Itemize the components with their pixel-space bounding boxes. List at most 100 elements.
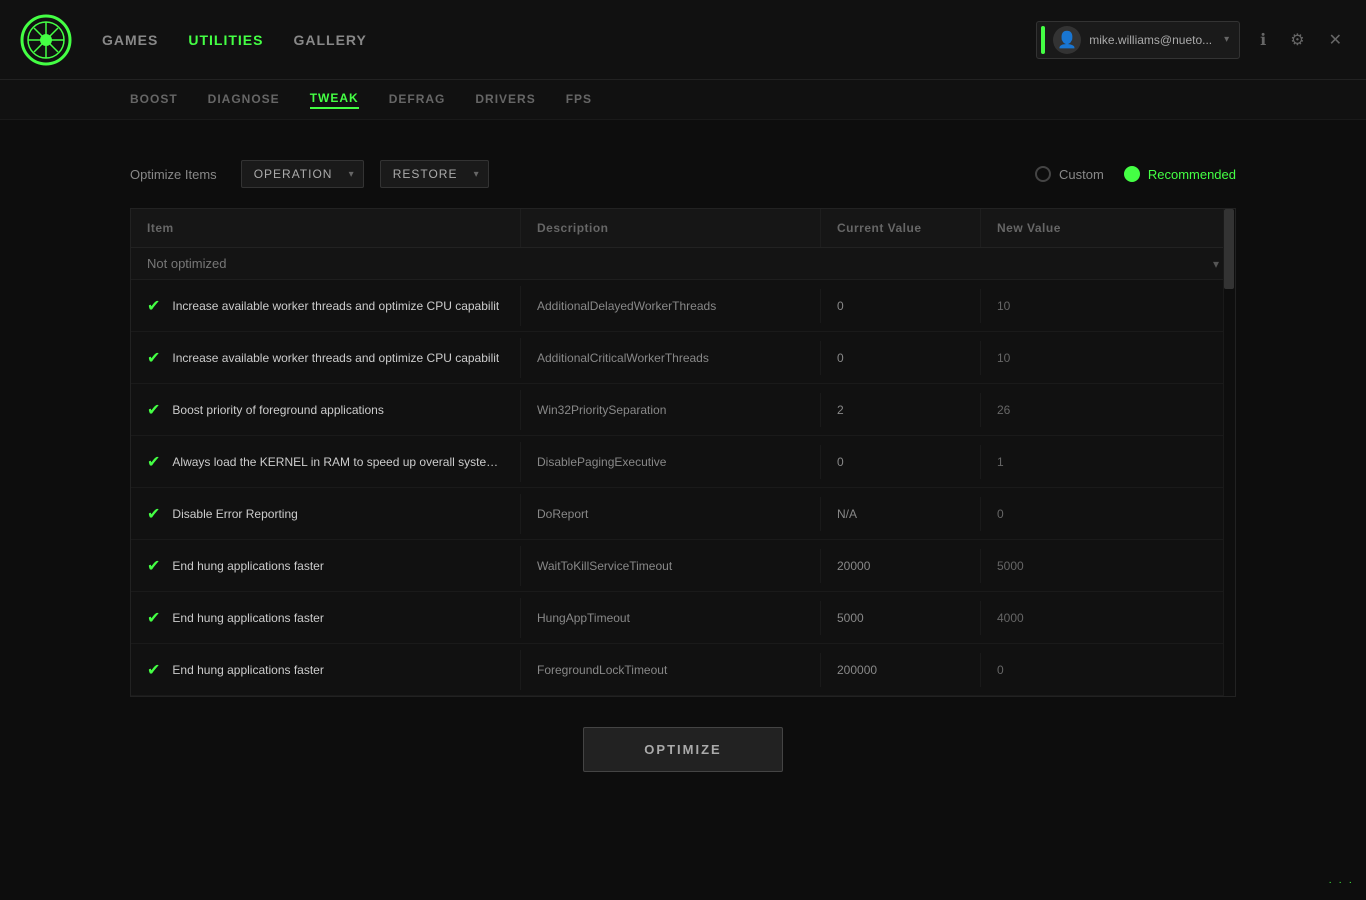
check-icon: ✔ (147, 452, 160, 472)
cell-new-value-5: 5000 (981, 549, 1161, 583)
operation-select[interactable]: OPERATION (241, 160, 364, 188)
check-icon: ✔ (147, 348, 160, 368)
cell-item-2: ✔ Boost priority of foreground applicati… (131, 390, 521, 430)
col-current-value: Current Value (821, 209, 981, 247)
optimize-bar: Optimize Items OPERATION ▾ RESTORE ▾ Cus… (130, 160, 1236, 188)
optimize-items-label: Optimize Items (130, 167, 217, 182)
table-row: ✔ End hung applications faster HungAppTi… (131, 592, 1235, 644)
cell-current-value-4: N/A (821, 497, 981, 531)
cell-description-3: DisablePagingExecutive (521, 445, 821, 479)
cell-current-value-7: 200000 (821, 653, 981, 687)
cell-description-7: ForegroundLockTimeout (521, 653, 821, 687)
cell-new-value-1: 10 (981, 341, 1161, 375)
subnav-defrag[interactable]: DEFRAG (389, 92, 446, 108)
content-area: Optimize Items OPERATION ▾ RESTORE ▾ Cus… (0, 120, 1366, 792)
check-icon: ✔ (147, 556, 160, 576)
subnav-tweak[interactable]: TWEAK (310, 91, 359, 109)
cell-current-value-0: 0 (821, 289, 981, 323)
topbar: GAMES UTILITIES GALLERY mike.williams@nu… (0, 0, 1366, 80)
cell-description-6: HungAppTimeout (521, 601, 821, 635)
cell-current-value-5: 20000 (821, 549, 981, 583)
cell-description-5: WaitToKillServiceTimeout (521, 549, 821, 583)
item-text: End hung applications faster (172, 663, 323, 677)
user-badge[interactable]: mike.williams@nueto... ▾ (1036, 21, 1240, 59)
corner-decoration: · · · (1328, 877, 1354, 888)
item-text: Disable Error Reporting (172, 507, 297, 521)
cell-new-value-4: 0 (981, 497, 1161, 531)
scrollbar-thumb[interactable] (1224, 209, 1234, 289)
app-logo (20, 14, 72, 66)
optimize-button[interactable]: OPTIMIZE (583, 727, 782, 772)
table-header: Item Description Current Value New Value (131, 209, 1235, 248)
cell-current-value-1: 0 (821, 341, 981, 375)
main-nav: GAMES UTILITIES GALLERY (102, 32, 1036, 48)
subnav-boost[interactable]: BOOST (130, 92, 178, 108)
topbar-right: mike.williams@nueto... ▾ ℹ ⚙ ✕ (1036, 21, 1346, 59)
radio-custom-circle (1035, 166, 1051, 182)
nav-utilities[interactable]: UTILITIES (188, 32, 263, 48)
gear-icon[interactable]: ⚙ (1286, 26, 1308, 54)
restore-select[interactable]: RESTORE (380, 160, 489, 188)
radio-recommended-circle (1124, 166, 1140, 182)
item-text: End hung applications faster (172, 559, 323, 573)
tweak-table: Item Description Current Value New Value… (130, 208, 1236, 697)
col-new-value: New Value (981, 209, 1161, 247)
item-text: Increase available worker threads and op… (172, 351, 499, 365)
table-rows: ✔ Increase available worker threads and … (131, 280, 1235, 696)
item-text: End hung applications faster (172, 611, 323, 625)
cell-item-7: ✔ End hung applications faster (131, 650, 521, 690)
cell-new-value-7: 0 (981, 653, 1161, 687)
radio-custom[interactable]: Custom (1035, 166, 1104, 182)
cell-item-5: ✔ End hung applications faster (131, 546, 521, 586)
table-row: ✔ End hung applications faster Foregroun… (131, 644, 1235, 696)
table-row: ✔ End hung applications faster WaitToKil… (131, 540, 1235, 592)
check-icon: ✔ (147, 608, 160, 628)
item-text: Boost priority of foreground application… (172, 403, 383, 417)
subnav: BOOST DIAGNOSE TWEAK DEFRAG DRIVERS FPS (0, 80, 1366, 120)
cell-new-value-6: 4000 (981, 601, 1161, 635)
not-optimized-dropdown[interactable]: Not optimized ▾ (131, 248, 1235, 280)
table-row: ✔ Increase available worker threads and … (131, 280, 1235, 332)
table-row: ✔ Always load the KERNEL in RAM to speed… (131, 436, 1235, 488)
col-description: Description (521, 209, 821, 247)
subnav-drivers[interactable]: DRIVERS (475, 92, 535, 108)
item-text: Always load the KERNEL in RAM to speed u… (172, 455, 504, 469)
cell-current-value-3: 0 (821, 445, 981, 479)
radio-custom-label: Custom (1059, 167, 1104, 182)
cell-description-0: AdditionalDelayedWorkerThreads (521, 289, 821, 323)
item-text: Increase available worker threads and op… (172, 299, 499, 313)
username: mike.williams@nueto... (1089, 33, 1212, 47)
avatar (1053, 26, 1081, 54)
check-icon: ✔ (147, 660, 160, 680)
table-row: ✔ Disable Error Reporting DoReport N/A 0 (131, 488, 1235, 540)
nav-games[interactable]: GAMES (102, 32, 158, 48)
button-area: OPTIMIZE (130, 727, 1236, 772)
cell-item-3: ✔ Always load the KERNEL in RAM to speed… (131, 442, 521, 482)
cell-item-6: ✔ End hung applications faster (131, 598, 521, 638)
chevron-down-icon: ▾ (1224, 34, 1229, 45)
subnav-diagnose[interactable]: DIAGNOSE (208, 92, 280, 108)
radio-recommended-label: Recommended (1148, 167, 1236, 182)
close-icon[interactable]: ✕ (1325, 26, 1346, 54)
operation-select-wrap: OPERATION ▾ (241, 160, 364, 188)
cell-new-value-3: 1 (981, 445, 1161, 479)
cell-description-4: DoReport (521, 497, 821, 531)
table-row: ✔ Boost priority of foreground applicati… (131, 384, 1235, 436)
table-row: ✔ Increase available worker threads and … (131, 332, 1235, 384)
subnav-fps[interactable]: FPS (566, 92, 592, 108)
restore-select-wrap: RESTORE ▾ (380, 160, 489, 188)
cell-new-value-0: 10 (981, 289, 1161, 323)
cell-current-value-6: 5000 (821, 601, 981, 635)
cell-item-1: ✔ Increase available worker threads and … (131, 338, 521, 378)
col-item: Item (131, 209, 521, 247)
scrollbar-track[interactable] (1223, 209, 1235, 696)
cell-item-4: ✔ Disable Error Reporting (131, 494, 521, 534)
info-icon[interactable]: ℹ (1256, 26, 1270, 54)
not-optimized-label: Not optimized (147, 256, 226, 271)
cell-description-1: AdditionalCriticalWorkerThreads (521, 341, 821, 375)
nav-gallery[interactable]: GALLERY (293, 32, 366, 48)
cell-new-value-2: 26 (981, 393, 1161, 427)
radio-group: Custom Recommended (1035, 166, 1236, 182)
cell-item-0: ✔ Increase available worker threads and … (131, 286, 521, 326)
radio-recommended[interactable]: Recommended (1124, 166, 1236, 182)
